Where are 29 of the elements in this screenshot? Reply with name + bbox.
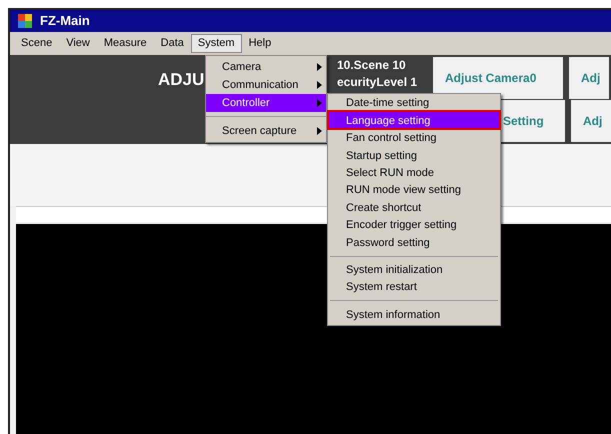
menu-option[interactable]: System information [328, 306, 500, 324]
menu-option[interactable]: Encoder trigger setting [328, 216, 500, 234]
menu-item[interactable]: Scene [14, 34, 60, 53]
adjust-button[interactable]: Adj [569, 57, 609, 99]
scene-label: 10.Scene 10 [337, 57, 407, 74]
menu-option[interactable]: Communication [206, 76, 326, 94]
menu-item[interactable]: View [59, 34, 97, 53]
menu-option[interactable]: Screen capture [206, 122, 326, 140]
menu-item[interactable]: System [190, 34, 242, 53]
menu-option[interactable]: Password setting [328, 234, 500, 252]
menu-option[interactable]: System restart [328, 278, 500, 296]
menu-item[interactable]: Help [242, 34, 278, 53]
menu-option[interactable]: RUN mode view setting [328, 182, 500, 200]
menu-option[interactable]: Controller [206, 94, 326, 112]
menu-item[interactable]: Measure [96, 34, 154, 53]
menu-item[interactable]: Data [154, 34, 191, 53]
menu-option[interactable]: Camera [206, 58, 326, 76]
menu-option[interactable]: Select RUN mode [328, 164, 500, 182]
menu-option[interactable]: System initialization [328, 262, 500, 279]
header-title: ADJU [158, 70, 204, 89]
adjust-button[interactable]: Adj [571, 100, 611, 142]
menu-option[interactable]: Create shortcut [328, 199, 500, 217]
menu-option[interactable]: Startup setting [328, 147, 500, 165]
adjust-button[interactable]: Adjust Camera0 [433, 57, 563, 99]
security-label: ecurityLevel 1 [337, 74, 418, 91]
menu-option[interactable]: Fan control setting [328, 130, 500, 148]
window-title: FZ-Main [40, 12, 90, 30]
app-icon [18, 14, 32, 28]
adjust-button[interactable]: Setting [499, 100, 565, 142]
